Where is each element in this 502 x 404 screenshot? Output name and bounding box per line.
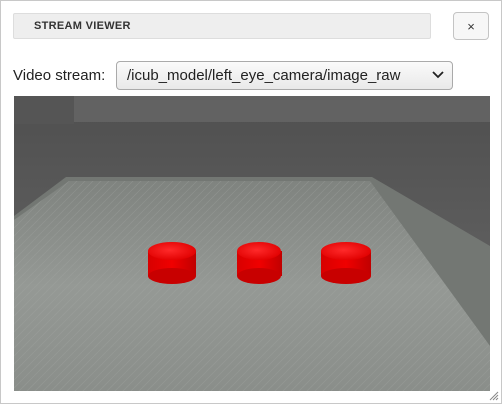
chevron-down-icon (432, 71, 444, 79)
video-stream-selected-value: /icub_model/left_eye_camera/image_raw (127, 67, 401, 84)
camera-scene (14, 96, 490, 391)
window-title: STREAM VIEWER (34, 20, 131, 32)
camera-image (14, 96, 490, 391)
video-stream-select[interactable]: /icub_model/left_eye_camera/image_raw (116, 61, 453, 90)
red-cylinder-middle (237, 242, 282, 284)
close-icon: × (467, 18, 475, 34)
background-wall-corner (14, 96, 74, 124)
video-stream-label: Video stream: (13, 67, 106, 84)
stream-viewer-window: STREAM VIEWER × Video stream: /icub_mode… (0, 0, 502, 404)
background-wall (14, 96, 490, 122)
window-titlebar[interactable]: STREAM VIEWER (13, 13, 431, 39)
resize-grip-icon[interactable] (489, 391, 499, 401)
close-button[interactable]: × (453, 12, 489, 40)
red-cylinder-left (148, 242, 196, 284)
red-cylinder-right (321, 242, 371, 284)
